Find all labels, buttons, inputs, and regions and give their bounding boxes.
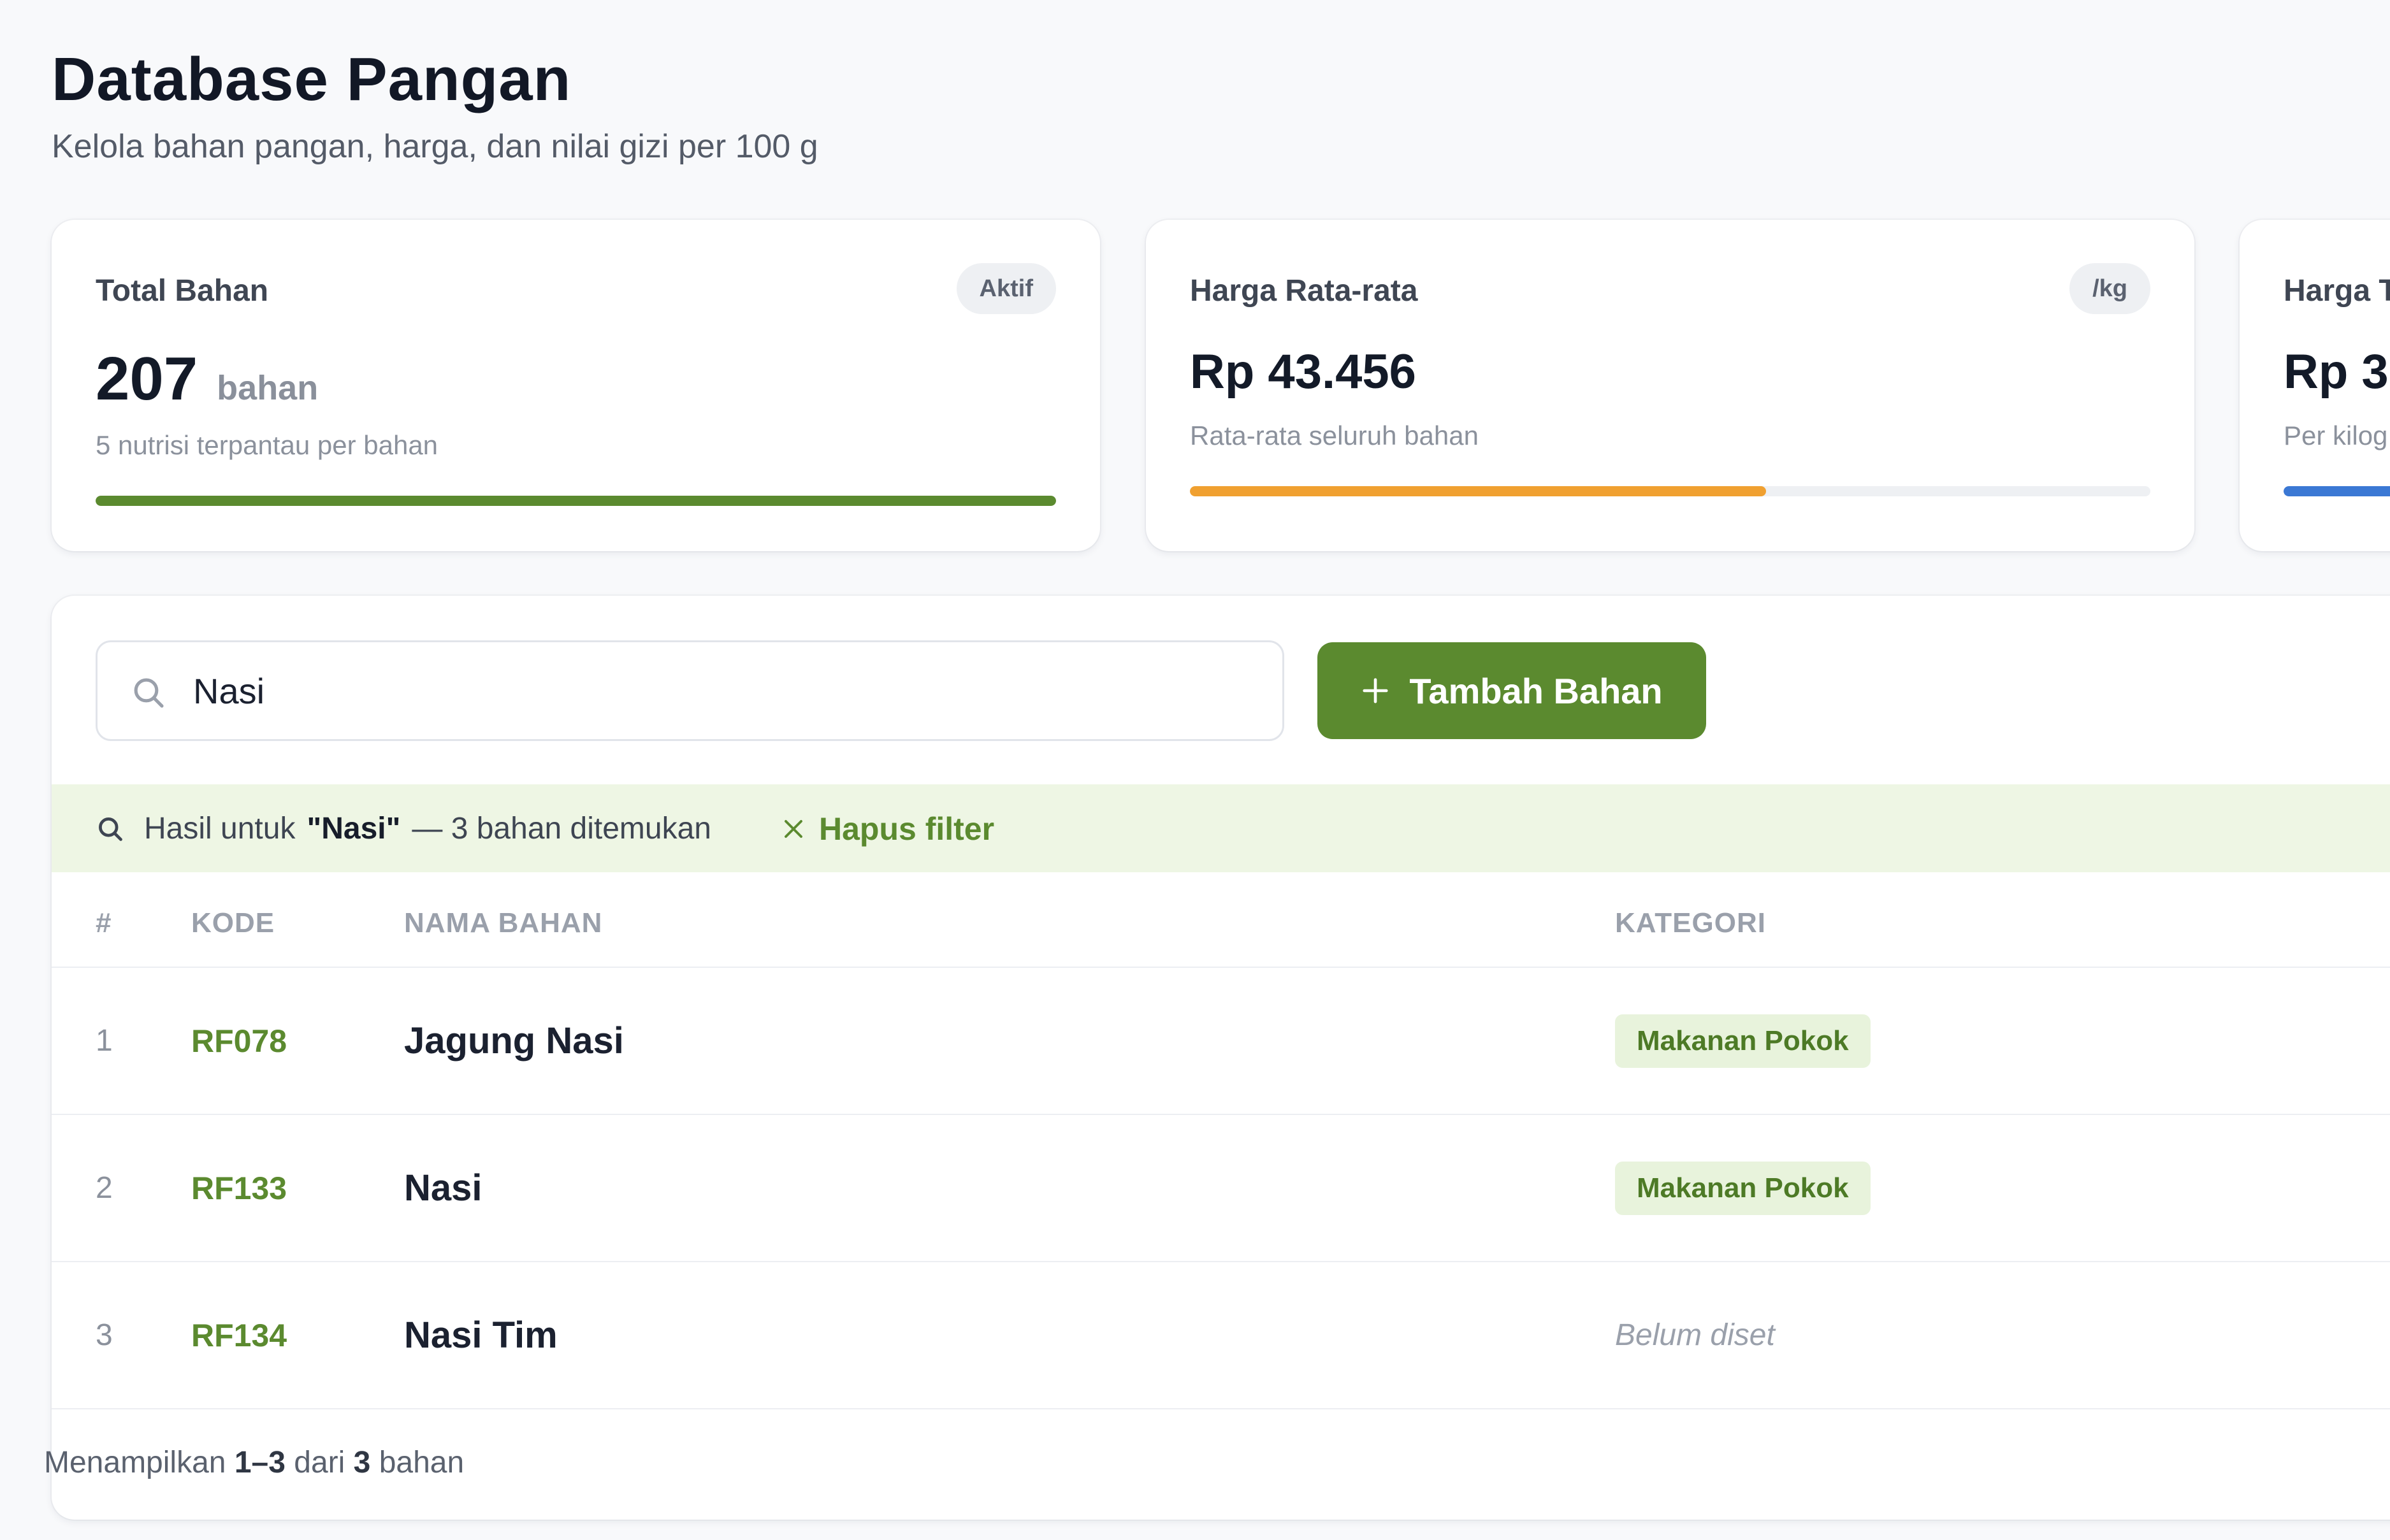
- search-icon: [134, 678, 164, 708]
- clear-filter-label: Hapus filter: [819, 811, 995, 847]
- category-badge: Makanan Pokok: [1615, 1014, 1871, 1068]
- clear-filter-button[interactable]: Hapus filter: [782, 809, 994, 849]
- row-code[interactable]: RF134: [191, 1262, 287, 1408]
- filter-result-bar: Hasil untuk "Nasi" — 3 bahan ditemukan Hap…: [52, 784, 2390, 872]
- stat-card-label: Harga Rata-rata: [1190, 274, 1418, 308]
- summary-prefix: Menampilkan: [44, 1446, 226, 1479]
- table-row[interactable]: 2 RF133 Nasi Makanan Pokok: [52, 1115, 2390, 1262]
- category-badge: Makanan Pokok: [1615, 1161, 1871, 1215]
- row-name[interactable]: Jagung Nasi: [404, 968, 624, 1114]
- summary-middle: dari: [294, 1446, 345, 1479]
- pagination-summary: Menampilkan 1–3 dari 3 bahan: [44, 1445, 464, 1480]
- column-header-nama-bahan[interactable]: NAMA BAHAN: [404, 907, 602, 939]
- summary-suffix: bahan: [379, 1446, 465, 1479]
- summary-total: 3: [353, 1446, 371, 1479]
- table-row[interactable]: 1 RF078 Jagung Nasi Makanan Pokok: [52, 968, 2390, 1115]
- stat-card-label: Harga T: [2284, 274, 2390, 308]
- plus-icon: [1363, 678, 1388, 703]
- row-code[interactable]: RF133: [191, 1115, 287, 1261]
- table-header: # KODE NAMA BAHAN KATEGORI: [52, 872, 2390, 968]
- column-header-number: #: [96, 907, 112, 939]
- stat-card-harga-rata-rata: Harga Rata-rata /kg Rp 43.456 Rata-rata …: [1146, 220, 2194, 551]
- close-icon: [785, 820, 802, 838]
- summary-range: 1–3: [234, 1446, 286, 1479]
- search-icon: [99, 817, 122, 841]
- stat-card-total-bahan: Total Bahan Aktif 207 bahan 5 nutrisi ter…: [52, 220, 1100, 551]
- row-name[interactable]: Nasi Tim: [404, 1262, 558, 1408]
- stat-card-note: Rata-rata seluruh bahan: [1190, 421, 1479, 450]
- filter-count: — 3 bahan ditemukan: [412, 812, 711, 846]
- filter-query: "Nasi": [307, 812, 401, 846]
- column-header-kategori[interactable]: KATEGORI: [1615, 907, 1766, 939]
- progress-fill: [2284, 486, 2390, 496]
- progress-bar: [1190, 486, 2150, 496]
- food-table-panel: Tambah Bahan Hasil untuk "Nasi" — 3 bahan …: [52, 596, 2390, 1520]
- stat-card-note: Per kilog: [2284, 421, 2388, 450]
- category-empty-text: Belum diset: [1615, 1318, 1775, 1352]
- stat-value-unit: bahan: [217, 369, 319, 407]
- add-bahan-label: Tambah Bahan: [1409, 670, 1663, 711]
- table-row[interactable]: 3 RF134 Nasi Tim Belum diset: [52, 1262, 2390, 1409]
- row-number: 2: [96, 1171, 113, 1205]
- unit-badge: /kg: [2069, 263, 2150, 314]
- stat-card-value: 207 bahan: [96, 344, 318, 414]
- stat-value-number: 207: [96, 345, 198, 413]
- stat-card-value: Rp 43.456: [1190, 344, 1416, 399]
- progress-bar: [96, 496, 1056, 506]
- stat-card-harga-t: Harga T Rp 3. Per kilog: [2240, 220, 2390, 551]
- row-number: 1: [96, 1024, 113, 1058]
- row-code[interactable]: RF078: [191, 968, 287, 1114]
- search-box[interactable]: [96, 640, 1284, 741]
- row-name[interactable]: Nasi: [404, 1115, 482, 1261]
- row-category: Makanan Pokok: [1615, 1115, 1871, 1261]
- row-number: 3: [96, 1318, 113, 1352]
- stat-value-number: Rp 43.456: [1190, 345, 1416, 399]
- page: Database Pangan Kelola bahan pangan, har…: [0, 0, 2390, 1540]
- row-category: Makanan Pokok: [1615, 968, 1871, 1114]
- page-subtitle: Kelola bahan pangan, harga, dan nilai gi…: [52, 128, 818, 165]
- stat-card-label: Total Bahan: [96, 274, 269, 308]
- add-bahan-button[interactable]: Tambah Bahan: [1317, 642, 1706, 739]
- stat-value-number: Rp 3.: [2284, 345, 2390, 399]
- table-body: 1 RF078 Jagung Nasi Makanan Pokok 2 RF13…: [52, 968, 2390, 1409]
- filter-prefix: Hasil untuk: [144, 812, 296, 846]
- status-badge: Aktif: [956, 263, 1056, 314]
- progress-fill: [96, 496, 1056, 506]
- page-title: Database Pangan: [52, 45, 572, 113]
- progress-fill: [1190, 486, 1767, 496]
- search-input[interactable]: [193, 642, 1245, 739]
- row-category: Belum diset: [1615, 1262, 1775, 1408]
- stat-card-note: 5 nutrisi terpantau per bahan: [96, 430, 438, 460]
- progress-bar: [2284, 486, 2390, 496]
- column-header-kode[interactable]: KODE: [191, 907, 275, 939]
- stat-card-value: Rp 3.: [2284, 344, 2390, 399]
- filter-result-text: Hasil untuk "Nasi" — 3 bahan ditemukan: [144, 811, 711, 846]
